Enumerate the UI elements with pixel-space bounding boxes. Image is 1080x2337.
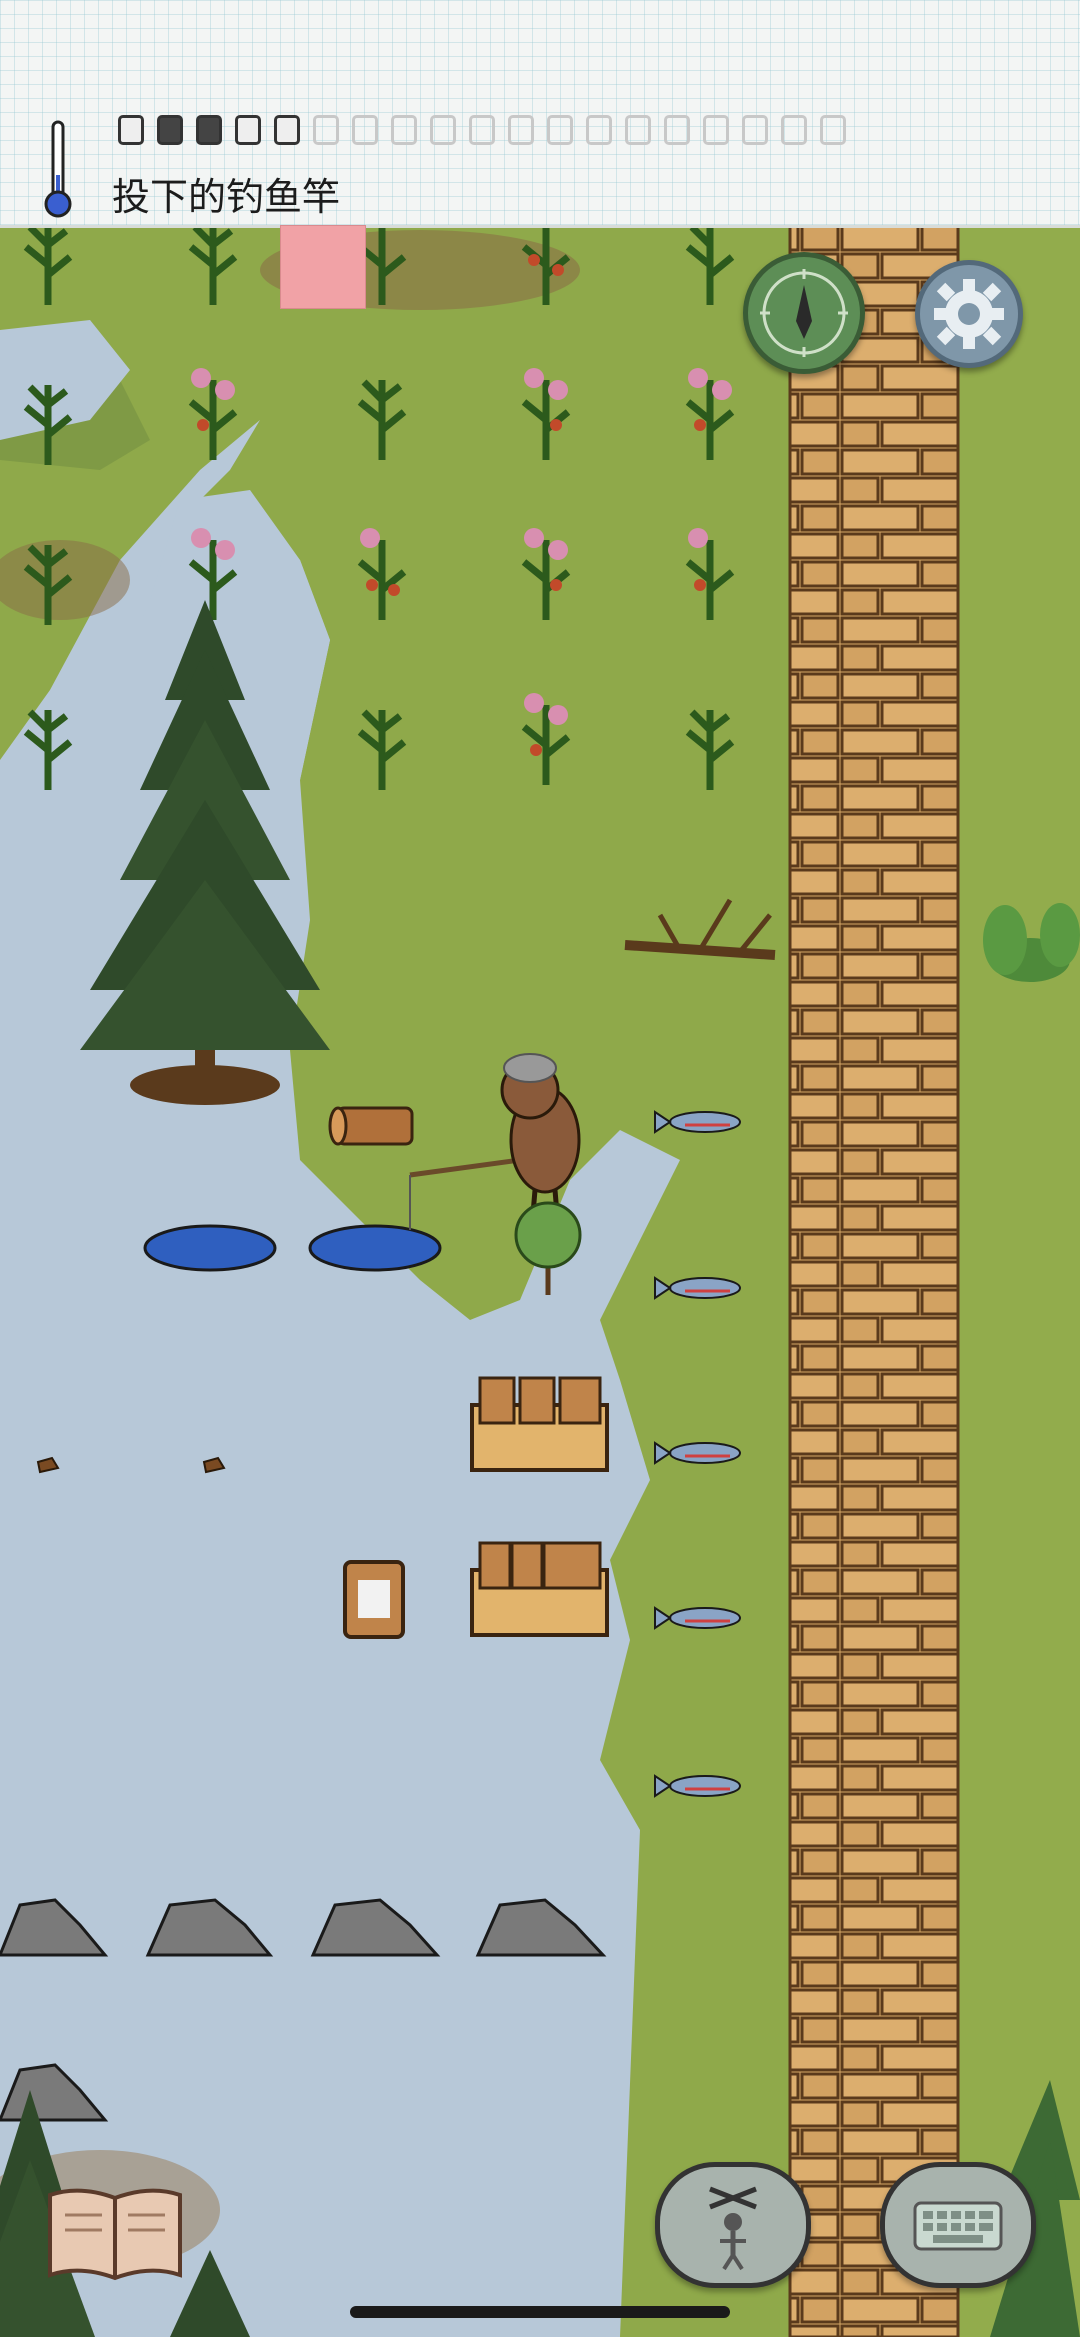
food-pip-empty bbox=[391, 115, 417, 145]
crock[interactable] bbox=[343, 1560, 405, 1639]
crate-of-crocks[interactable] bbox=[470, 1541, 609, 1637]
thermometer-icon bbox=[44, 120, 72, 218]
food-pip bbox=[235, 115, 261, 145]
food-pip-empty bbox=[625, 115, 651, 145]
compass-button[interactable] bbox=[743, 252, 865, 374]
ice-fishing-hole[interactable] bbox=[308, 1224, 442, 1272]
gear-icon bbox=[934, 279, 1004, 349]
food-pip-empty bbox=[664, 115, 690, 145]
food-pip-empty bbox=[352, 115, 378, 145]
food-pip bbox=[157, 115, 183, 145]
food-pip-empty bbox=[508, 115, 534, 145]
recipe-book-button[interactable] bbox=[40, 2180, 190, 2285]
food-pip-empty bbox=[781, 115, 807, 145]
food-pip-empty bbox=[703, 115, 729, 145]
hud-panel: 投下的钓鱼竿 bbox=[0, 0, 1080, 228]
held-item-label: 投下的钓鱼竿 bbox=[112, 175, 341, 219]
food-pip-empty bbox=[469, 115, 495, 145]
crate-of-crocks[interactable] bbox=[470, 1376, 609, 1472]
home-indicator[interactable] bbox=[350, 2306, 730, 2318]
log[interactable] bbox=[328, 1106, 414, 1146]
compass-icon bbox=[760, 269, 848, 357]
puppet-icon bbox=[709, 2186, 757, 2271]
food-pip-empty bbox=[430, 115, 456, 145]
food-pip bbox=[274, 115, 300, 145]
food-meter bbox=[118, 115, 846, 145]
ice-fishing-hole[interactable] bbox=[143, 1224, 277, 1272]
grass-right bbox=[940, 220, 1080, 2337]
keyboard-icon bbox=[913, 2201, 1003, 2251]
food-pip-empty bbox=[313, 115, 339, 145]
food-pip-empty bbox=[820, 115, 846, 145]
game-world[interactable] bbox=[0, 0, 1080, 2337]
settings-button[interactable] bbox=[915, 260, 1023, 368]
brick-road bbox=[788, 218, 960, 2337]
food-pip-empty bbox=[547, 115, 573, 145]
food-pip bbox=[196, 115, 222, 145]
emote-button[interactable] bbox=[655, 2162, 811, 2288]
hunger-tab bbox=[280, 225, 366, 309]
chat-keyboard-button[interactable] bbox=[880, 2162, 1036, 2288]
food-pip-empty bbox=[742, 115, 768, 145]
food-pip bbox=[118, 115, 144, 145]
book-icon bbox=[48, 2188, 182, 2281]
food-pip-empty bbox=[586, 115, 612, 145]
